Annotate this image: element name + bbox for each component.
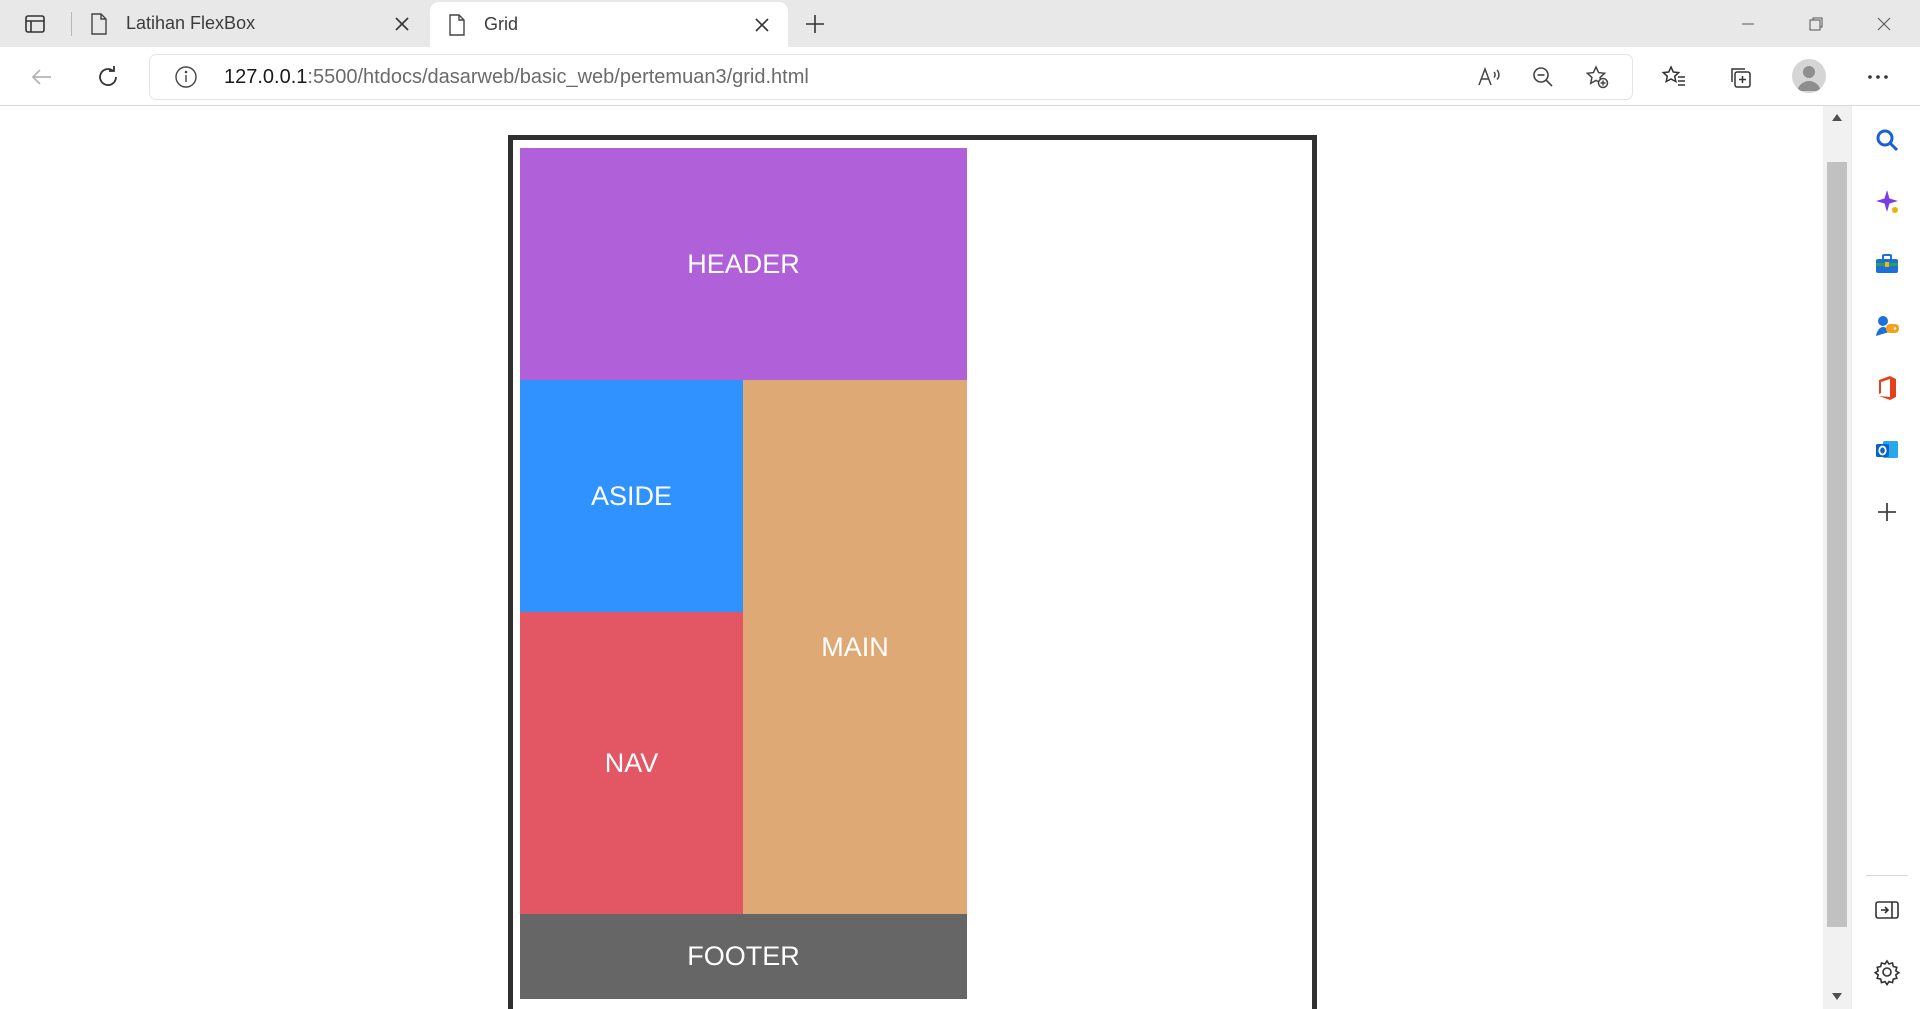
close-window-button[interactable]: [1856, 0, 1912, 47]
close-tab-icon[interactable]: [748, 11, 776, 39]
aside-label: ASIDE: [590, 480, 673, 511]
restore-button[interactable]: [1788, 0, 1844, 47]
url-path: :5500/htdocs/dasarweb/basic_web/pertemua…: [307, 66, 809, 88]
settings-icon[interactable]: [1871, 956, 1903, 988]
page-viewport: HEADER ASIDE MAIN NAV FOOTER: [0, 106, 1823, 1009]
add-favorite-icon[interactable]: [1578, 61, 1616, 93]
tools-icon[interactable]: [1871, 248, 1903, 280]
scroll-thumb[interactable]: [1827, 162, 1847, 927]
header-label: HEADER: [687, 248, 800, 279]
zoom-out-icon[interactable]: [1524, 61, 1562, 93]
page-icon: [88, 12, 110, 35]
nav-label: NAV: [604, 747, 659, 778]
grid-footer: FOOTER: [520, 914, 967, 999]
tab-actions-menu-icon[interactable]: [14, 10, 56, 38]
address-bar[interactable]: 127.0.0.1:5500/htdocs/dasarweb/basic_web…: [150, 55, 1632, 99]
profile-avatar[interactable]: [1792, 59, 1826, 93]
sidebar-separator: [1866, 875, 1908, 876]
add-icon[interactable]: [1871, 496, 1903, 528]
edge-sidebar: [1851, 106, 1920, 1009]
search-icon[interactable]: [1871, 124, 1903, 156]
games-icon[interactable]: [1871, 310, 1903, 342]
new-tab-button[interactable]: [800, 10, 830, 38]
split-screen-icon[interactable]: [1871, 894, 1903, 926]
grid-aside: ASIDE: [520, 380, 743, 612]
close-tab-icon[interactable]: [388, 10, 416, 38]
footer-label: FOOTER: [687, 941, 800, 971]
site-info-icon[interactable]: [174, 65, 198, 89]
more-options-icon[interactable]: [1858, 59, 1898, 95]
browser-toolbar: 127.0.0.1:5500/htdocs/dasarweb/basic_web…: [0, 47, 1920, 106]
scroll-down-icon[interactable]: [1831, 990, 1843, 1002]
tab-title: Latihan FlexBox: [126, 13, 256, 33]
url-host: 127.0.0.1: [224, 66, 308, 88]
read-aloud-icon[interactable]: [1470, 61, 1508, 93]
grid-container: HEADER ASIDE MAIN NAV FOOTER: [508, 135, 1317, 1009]
tab-title: Grid: [484, 14, 519, 34]
url-text[interactable]: 127.0.0.1:5500/htdocs/dasarweb/basic_web…: [224, 66, 809, 89]
refresh-button[interactable]: [88, 59, 128, 95]
collections-icon[interactable]: [1720, 59, 1760, 95]
grid-header: HEADER: [520, 148, 967, 380]
back-button[interactable]: [22, 59, 62, 95]
vertical-scrollbar[interactable]: [1823, 106, 1851, 1009]
grid-nav: NAV: [520, 612, 743, 914]
tab-strip: Latihan FlexBox Grid: [0, 0, 1920, 47]
main-label: MAIN: [821, 631, 889, 662]
tab-divider: [71, 12, 72, 36]
minimize-button[interactable]: [1720, 0, 1776, 47]
copilot-icon[interactable]: [1871, 186, 1903, 218]
favorites-icon[interactable]: [1654, 59, 1694, 95]
page-icon: [446, 13, 468, 36]
tab-grid[interactable]: Grid: [430, 2, 788, 47]
outlook-icon[interactable]: [1871, 434, 1903, 466]
tab-latihan-flexbox[interactable]: Latihan FlexBox: [78, 0, 428, 47]
office-icon[interactable]: [1871, 372, 1903, 404]
grid-main: MAIN: [743, 380, 967, 914]
scroll-up-icon[interactable]: [1831, 112, 1843, 124]
